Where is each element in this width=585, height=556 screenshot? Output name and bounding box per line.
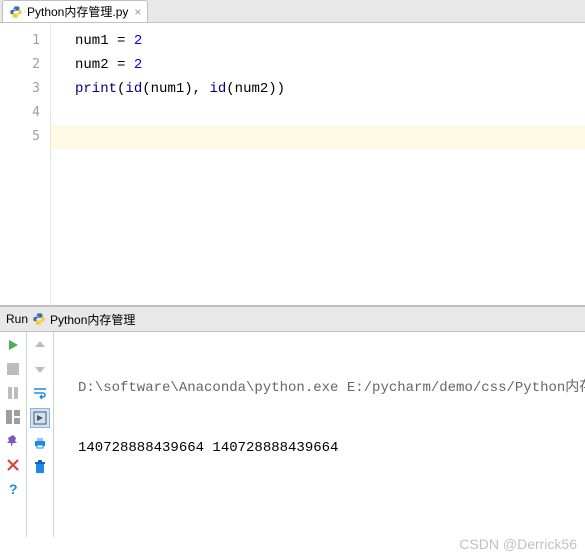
editor-tab-bar: Python内存管理.py × (0, 0, 585, 23)
run-toolbar-secondary (27, 332, 54, 537)
code-editor[interactable]: 1 2 3 4 5 num1 = 2 num2 = 2 print(id(num… (0, 23, 585, 306)
console-output[interactable]: D:\software\Anaconda\python.exe E:/pycha… (54, 332, 585, 537)
stop-button[interactable] (4, 360, 22, 378)
pause-button[interactable] (4, 384, 22, 402)
console-stdout: 140728888439664 140728888439664 (78, 438, 585, 458)
scroll-to-end-button[interactable] (30, 408, 50, 428)
run-config-name: Python内存管理 (50, 311, 135, 328)
print-button[interactable] (31, 434, 49, 452)
code-line: num2 = 2 (75, 53, 585, 77)
python-file-icon (9, 5, 23, 19)
rerun-button[interactable] (4, 336, 22, 354)
close-tab-icon[interactable]: × (134, 5, 141, 19)
run-toolbar-primary: ? (0, 332, 27, 537)
soft-wrap-button[interactable] (31, 384, 49, 402)
line-number: 1 (0, 29, 40, 53)
code-line: num1 = 2 (75, 29, 585, 53)
run-panel: ? D:\software\Anaconda\python.exe E:/pyc… (0, 332, 585, 537)
line-number: 3 (0, 77, 40, 101)
line-number: 2 (0, 53, 40, 77)
file-tab[interactable]: Python内存管理.py × (2, 0, 148, 22)
help-button[interactable]: ? (4, 480, 22, 498)
scroll-down-button[interactable] (31, 360, 49, 378)
svg-text:?: ? (9, 482, 18, 496)
scroll-up-button[interactable] (31, 336, 49, 354)
line-number-gutter: 1 2 3 4 5 (0, 23, 51, 305)
console-command: D:\software\Anaconda\python.exe E:/pycha… (78, 378, 585, 398)
tab-filename: Python内存管理.py (27, 3, 128, 20)
pin-button[interactable] (4, 432, 22, 450)
close-panel-button[interactable] (4, 456, 22, 474)
code-area[interactable]: num1 = 2 num2 = 2 print(id(num1), id(num… (51, 23, 585, 305)
delete-button[interactable] (31, 458, 49, 476)
current-line-highlight (51, 125, 585, 149)
watermark: CSDN @Derrick56 (459, 536, 577, 552)
line-number: 4 (0, 101, 40, 125)
run-label: Run (6, 312, 28, 326)
run-panel-header[interactable]: Run Python内存管理 (0, 306, 585, 332)
line-number: 5 (0, 125, 40, 149)
code-line: print(id(num1), id(num2)) (75, 77, 585, 101)
python-icon (32, 312, 46, 326)
layout-button[interactable] (4, 408, 22, 426)
